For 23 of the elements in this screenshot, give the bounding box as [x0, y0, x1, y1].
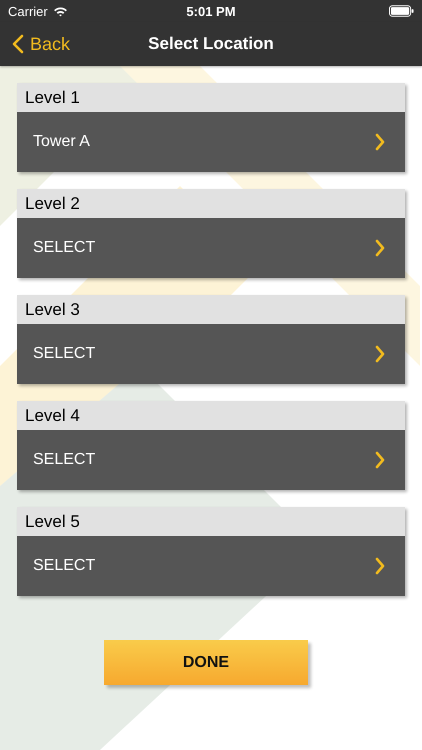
battery-icon [389, 5, 414, 17]
level-header: Level 1 [17, 83, 405, 112]
wifi-icon [52, 6, 68, 16]
chevron-right-icon [375, 345, 385, 363]
status-time: 5:01 PM [186, 4, 236, 18]
level-header: Level 2 [17, 189, 405, 218]
back-button[interactable]: Back [0, 34, 70, 54]
carrier-label: Carrier [8, 4, 48, 18]
location-selector[interactable]: Tower A [17, 112, 405, 172]
level-header: Level 3 [17, 295, 405, 324]
location-selector[interactable]: SELECT [17, 324, 405, 384]
level-header: Level 5 [17, 507, 405, 536]
screen-title: Select Location [148, 34, 274, 54]
location-selector[interactable]: SELECT [17, 430, 405, 490]
chevron-right-icon [375, 133, 385, 151]
location-selector[interactable]: SELECT [17, 218, 405, 278]
chevron-right-icon [375, 557, 385, 575]
level-header: Level 4 [17, 401, 405, 430]
chevron-right-icon [375, 239, 385, 257]
location-selector[interactable]: SELECT [17, 536, 405, 596]
chevron-right-icon [375, 451, 385, 469]
back-chevron-icon [12, 34, 24, 54]
done-button[interactable]: DONE [104, 640, 308, 685]
